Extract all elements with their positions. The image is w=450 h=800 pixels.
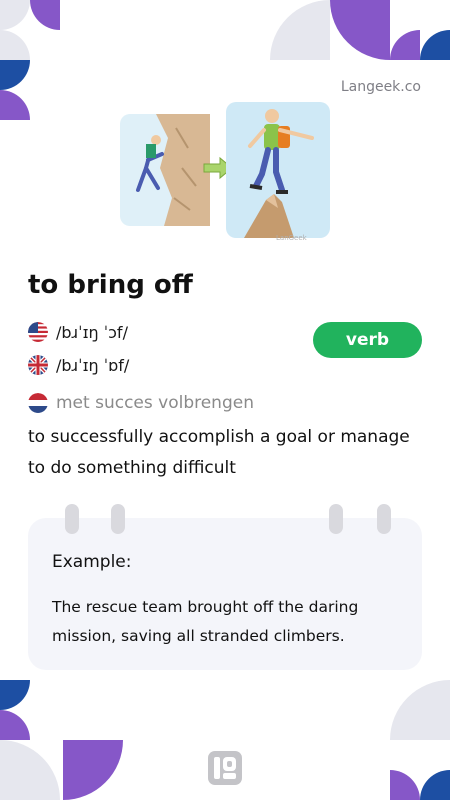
card-ring: [329, 504, 343, 534]
example-sentence: The rescue team brought off the daring m…: [52, 598, 359, 645]
us-flag-icon: [28, 322, 48, 342]
netherlands-flag-icon: [28, 393, 48, 413]
illustration-climbers: LanGeek: [120, 102, 330, 242]
pronunciation-us[interactable]: /bɹˈɪŋ ˈɔf/: [28, 322, 128, 342]
bottom-right-decoration: [390, 680, 450, 800]
card-ring: [111, 504, 125, 534]
pronunciation-uk-text: /bɹˈɪŋ ˈɒf/: [56, 355, 130, 375]
top-right-decoration: [270, 0, 450, 60]
pronunciation-us-text: /bɹˈɪŋ ˈɔf/: [56, 322, 128, 342]
illustration-watermark: LanGeek: [276, 234, 308, 242]
translation-text: met succes volbrengen: [56, 393, 254, 413]
top-left-decoration: [0, 0, 60, 120]
pronunciation-uk[interactable]: /bɹˈɪŋ ˈɒf/: [28, 355, 129, 375]
card-ring: [377, 504, 391, 534]
bottom-left-decoration: [0, 680, 123, 800]
brand-name: Langeek.co: [340, 79, 421, 95]
uk-flag-icon: [28, 355, 48, 375]
translation-row: met succes volbrengen: [28, 393, 254, 413]
card-ring: [65, 504, 79, 534]
langeek-logo-icon: [208, 751, 242, 785]
definition-text: to successfully accomplish a goal or man…: [28, 427, 410, 478]
part-of-speech-badge: verb: [313, 322, 422, 358]
word-title: to bring off: [28, 270, 193, 300]
example-label: Example:: [52, 552, 132, 572]
